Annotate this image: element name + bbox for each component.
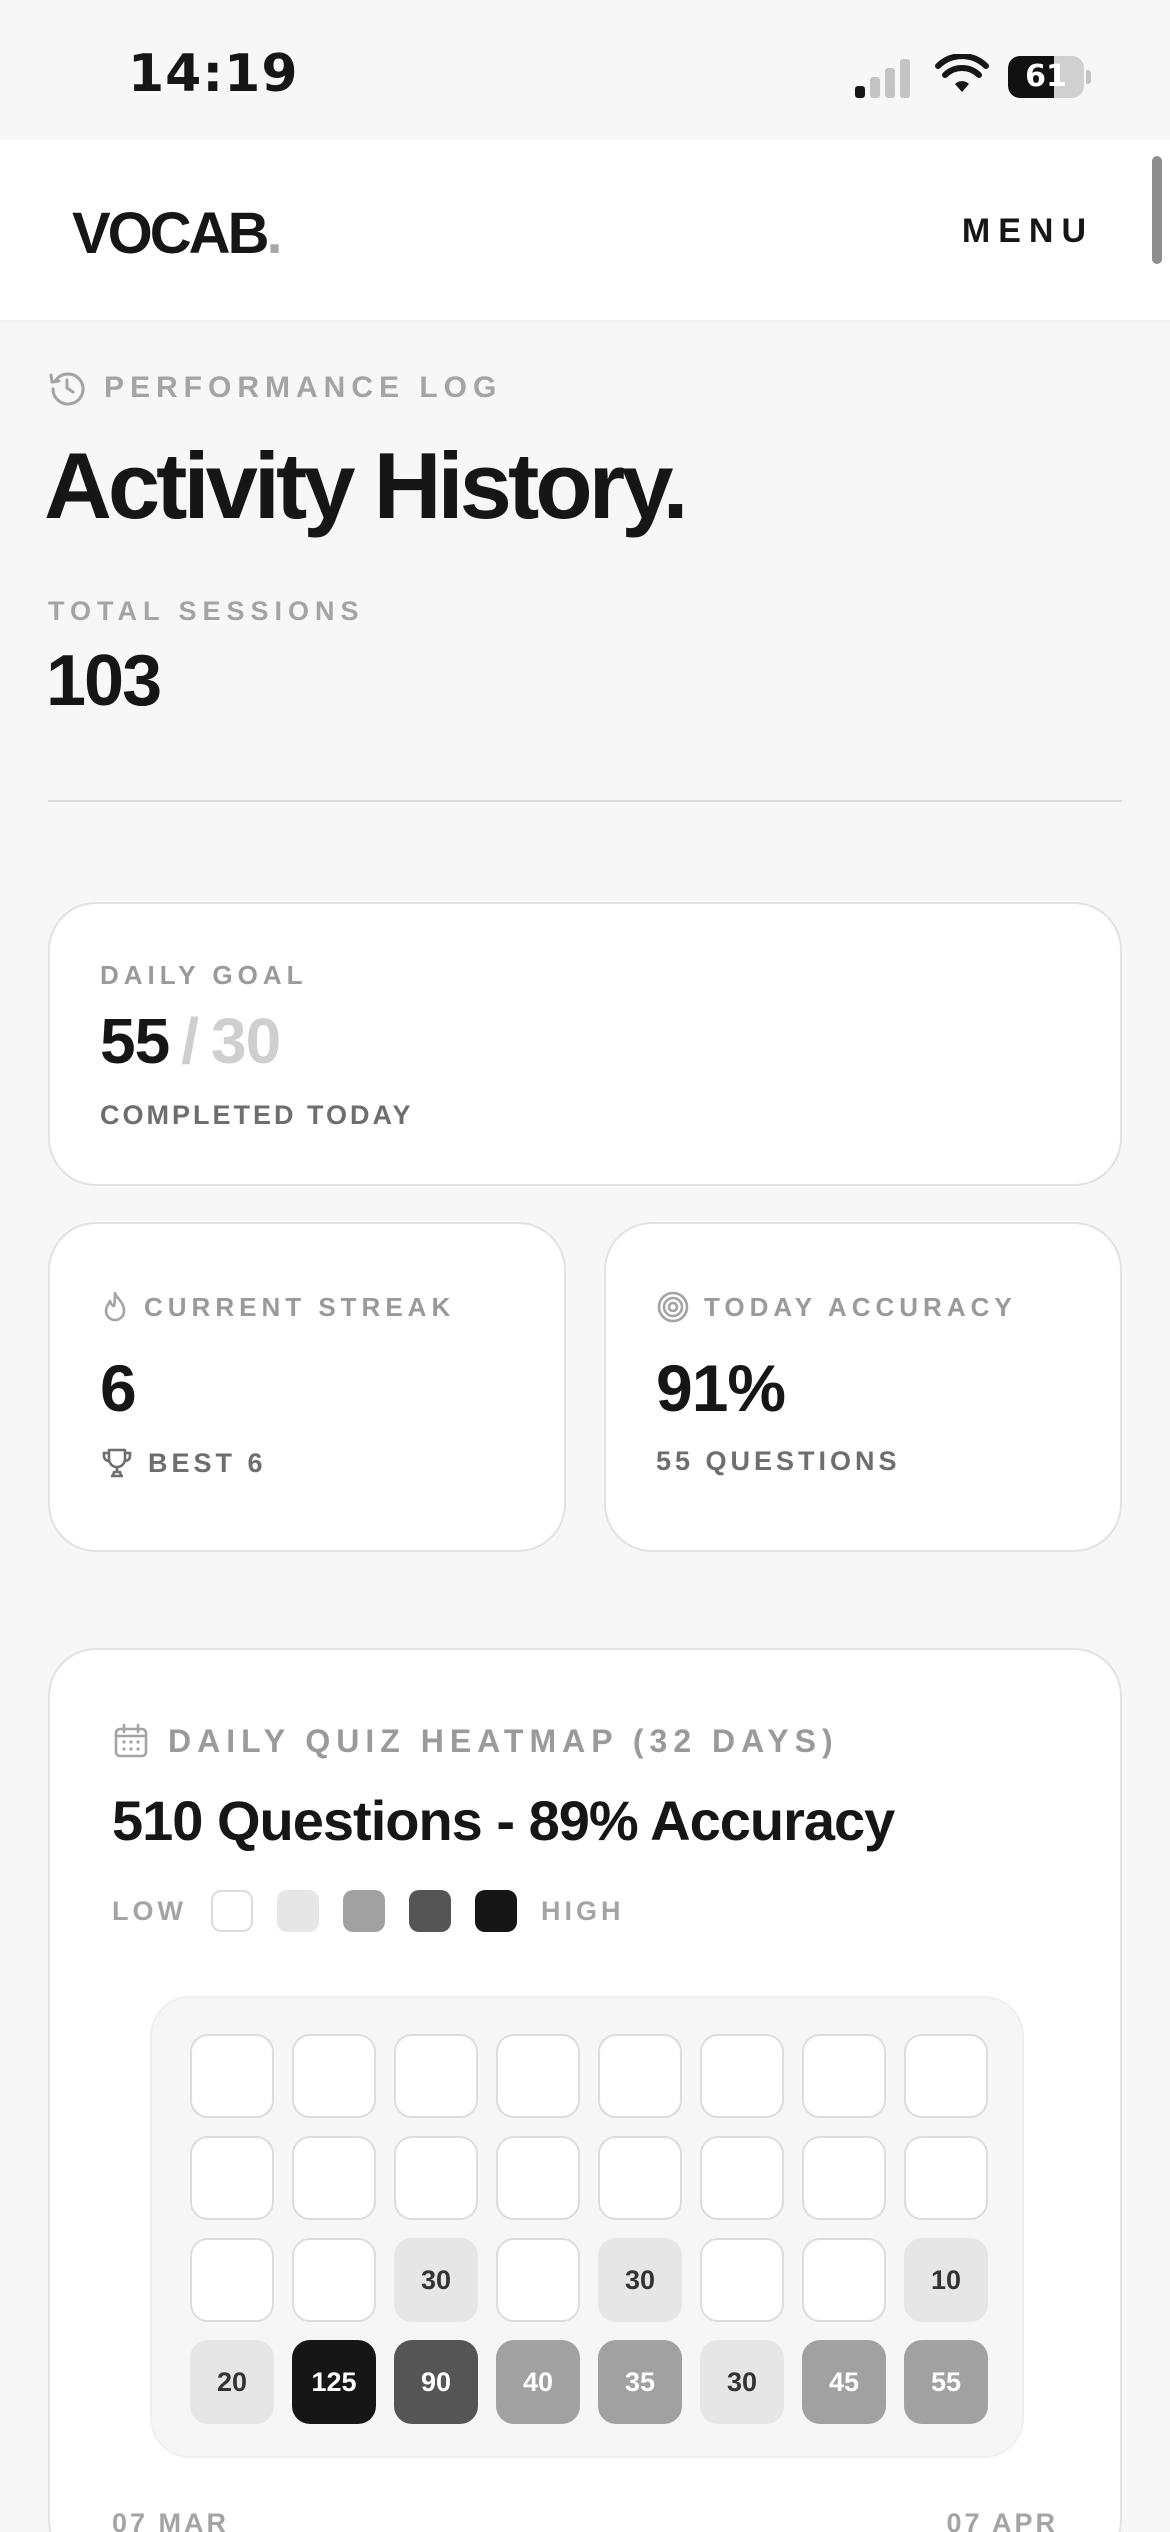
- legend-swatch: [408, 1890, 451, 1932]
- total-sessions-label: TOTAL SESSIONS: [48, 596, 365, 626]
- eyebrow: PERFORMANCE LOG: [48, 366, 502, 410]
- goal-separator: /: [181, 1005, 199, 1077]
- heatmap-start-date: 07 MAR: [112, 2508, 230, 2532]
- heatmap-card: DAILY QUIZ HEATMAP (32 DAYS) 510 Questio…: [48, 1648, 1122, 2532]
- heatmap-cell[interactable]: [802, 2238, 886, 2322]
- logo[interactable]: VOCAB.: [72, 200, 283, 267]
- accuracy-header: TODAY ACCURACY: [656, 1290, 1017, 1324]
- heatmap-cell[interactable]: 20: [190, 2340, 274, 2424]
- heatmap-label: DAILY QUIZ HEATMAP (32 DAYS): [168, 1722, 839, 1759]
- page-title: Activity History.: [44, 433, 689, 538]
- battery-level: 61: [1025, 59, 1067, 94]
- heatmap-cell[interactable]: 30: [598, 2238, 682, 2322]
- goal-completed: 55: [100, 1005, 170, 1077]
- target-icon: [657, 1291, 689, 1323]
- accuracy-value: 91%: [656, 1351, 786, 1425]
- heatmap-cell[interactable]: [190, 2136, 274, 2220]
- heatmap-cell[interactable]: [904, 2034, 988, 2118]
- heatmap-summary: 510 Questions - 89% Accuracy: [112, 1789, 895, 1852]
- streak-card: CURRENT STREAK 6 BEST 6: [48, 1222, 566, 1552]
- heatmap-cell[interactable]: [292, 2238, 376, 2322]
- legend-swatch: [276, 1890, 319, 1932]
- heatmap-cell[interactable]: [700, 2136, 784, 2220]
- menu-button[interactable]: MENU: [962, 212, 1094, 251]
- heatmap-cell[interactable]: [190, 2034, 274, 2118]
- heatmap-cell[interactable]: [292, 2034, 376, 2118]
- heatmap-cell[interactable]: [700, 2238, 784, 2322]
- scrollbar-thumb[interactable]: [1152, 156, 1162, 264]
- heatmap-grid-container: 30 30 10 20 125 90 40 35 30 45 55: [150, 1996, 1024, 2458]
- heatmap-header: DAILY QUIZ HEATMAP (32 DAYS): [112, 1722, 839, 1760]
- logo-dot: .: [266, 201, 282, 266]
- heatmap-cell[interactable]: 30: [394, 2238, 478, 2322]
- daily-goal-label: DAILY GOAL: [100, 960, 308, 990]
- heatmap-cell[interactable]: [292, 2136, 376, 2220]
- top-nav: VOCAB. MENU: [0, 140, 1170, 322]
- flame-icon: [104, 1291, 126, 1322]
- accuracy-label: TODAY ACCURACY: [704, 1291, 1017, 1322]
- calendar-icon: [114, 1723, 148, 1758]
- heatmap-cell[interactable]: [394, 2136, 478, 2220]
- signal-bar: [900, 59, 910, 98]
- heatmap-cell[interactable]: [496, 2136, 580, 2220]
- heatmap-cell[interactable]: 125: [292, 2340, 376, 2424]
- goal-subtitle: COMPLETED TODAY: [100, 1100, 414, 1130]
- heatmap-cell[interactable]: 90: [394, 2340, 478, 2424]
- divider: [48, 800, 1122, 802]
- signal-icon: [855, 58, 915, 98]
- streak-label: CURRENT STREAK: [144, 1291, 456, 1322]
- streak-header: CURRENT STREAK: [100, 1290, 455, 1324]
- status-bar: 14:19 61: [0, 0, 1170, 140]
- logo-text: VOCAB: [72, 201, 269, 266]
- heatmap-cell[interactable]: 35: [598, 2340, 682, 2424]
- heatmap-cell[interactable]: [496, 2238, 580, 2322]
- legend-swatch: [474, 1890, 517, 1932]
- heatmap-end-date: 07 APR: [946, 2508, 1058, 2532]
- accuracy-questions: 55 QUESTIONS: [656, 1446, 901, 1476]
- heatmap-cell[interactable]: [598, 2034, 682, 2118]
- signal-bar: [870, 77, 880, 98]
- heatmap-cell[interactable]: [190, 2238, 274, 2322]
- heatmap-cell[interactable]: 55: [904, 2340, 988, 2424]
- legend-high: HIGH: [540, 1895, 625, 1926]
- legend-swatch: [210, 1890, 253, 1932]
- trophy-icon: [102, 1448, 132, 1478]
- heatmap-cell[interactable]: [802, 2034, 886, 2118]
- heatmap-legend: LOW HIGH: [112, 1890, 624, 1932]
- daily-goal-card: DAILY GOAL 55 / 30 COMPLETED TODAY: [48, 902, 1122, 1186]
- heatmap-cell[interactable]: [394, 2034, 478, 2118]
- heatmap-cell[interactable]: [700, 2034, 784, 2118]
- accuracy-card: TODAY ACCURACY 91% 55 QUESTIONS: [604, 1222, 1122, 1552]
- streak-value: 6: [100, 1351, 137, 1425]
- heatmap-cell[interactable]: [496, 2034, 580, 2118]
- heatmap-cell[interactable]: 40: [496, 2340, 580, 2424]
- heatmap-grid: 30 30 10 20 125 90 40 35 30 45 55: [190, 2034, 988, 2424]
- status-time: 14:19: [128, 44, 299, 104]
- heatmap-cell[interactable]: 45: [802, 2340, 886, 2424]
- heatmap-cell[interactable]: 10: [904, 2238, 988, 2322]
- eyebrow-text: PERFORMANCE LOG: [104, 371, 503, 404]
- history-icon: [49, 372, 85, 406]
- wifi-icon: [935, 54, 989, 92]
- heatmap-cell[interactable]: [598, 2136, 682, 2220]
- best-streak: BEST 6: [100, 1446, 267, 1480]
- heatmap-cell[interactable]: 30: [700, 2340, 784, 2424]
- signal-bar: [855, 86, 865, 98]
- legend-swatch: [342, 1890, 385, 1932]
- legend-low: LOW: [112, 1895, 187, 1926]
- legend-swatches: [210, 1890, 517, 1932]
- total-sessions-value: 103: [46, 641, 162, 721]
- goal-target: 30: [210, 1005, 281, 1077]
- battery-icon: 61: [1008, 56, 1091, 98]
- heatmap-cell[interactable]: [802, 2136, 886, 2220]
- heatmap-cell[interactable]: [904, 2136, 988, 2220]
- signal-bar: [885, 68, 895, 98]
- daily-goal-progress: 55 / 30: [100, 1004, 281, 1078]
- best-streak-text: BEST 6: [148, 1447, 267, 1478]
